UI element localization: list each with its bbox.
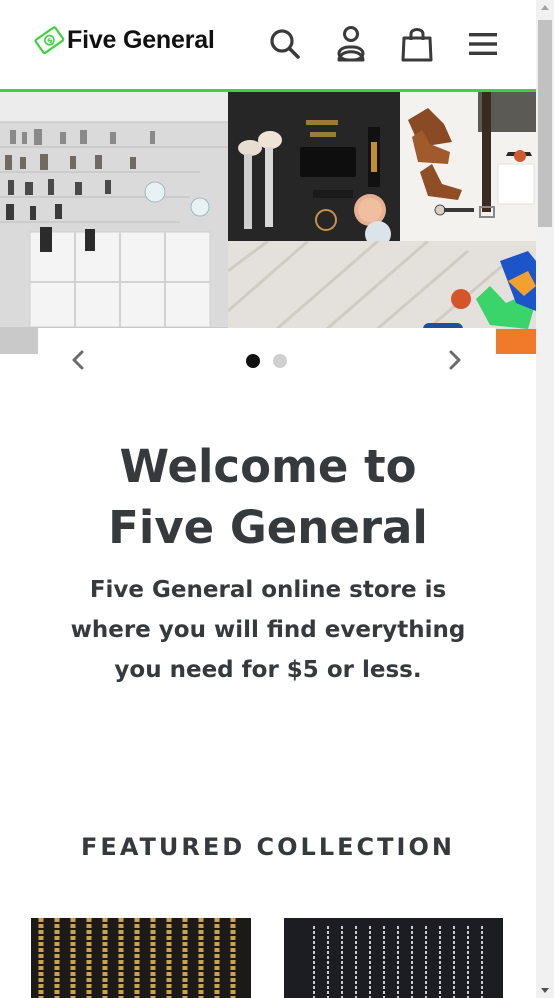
- chevron-right-icon[interactable]: [443, 348, 467, 372]
- welcome-title: Welcome to Five General: [40, 436, 496, 558]
- account-icon[interactable]: [333, 24, 369, 64]
- welcome-title-line1: Welcome to: [119, 440, 417, 493]
- hero-slideshow[interactable]: [0, 92, 536, 354]
- page-scrollbar[interactable]: [536, 0, 554, 998]
- chevron-left-icon[interactable]: [66, 348, 90, 372]
- scroll-down-icon[interactable]: [541, 988, 549, 993]
- featured-collection-title: FEATURED COLLECTION: [81, 833, 455, 861]
- product-card-silver-chains[interactable]: [284, 918, 503, 998]
- boots-outfit-image: [400, 92, 536, 241]
- makeup-image: [228, 92, 400, 241]
- dollar-bill-icon: $: [33, 23, 67, 57]
- menu-icon[interactable]: [465, 24, 501, 64]
- store-interior-image: [0, 92, 228, 354]
- slide-dot-1[interactable]: [246, 354, 260, 368]
- slide-dot-2[interactable]: [273, 354, 287, 368]
- slideshow-controls: [38, 328, 496, 394]
- silver-chains-image: [284, 918, 503, 998]
- welcome-title-line2: Five General: [108, 501, 428, 554]
- logo-text: Five General: [67, 25, 215, 54]
- welcome-text: Five General online store is where you w…: [70, 577, 466, 683]
- logo[interactable]: $ Five General: [33, 20, 215, 60]
- site-header: $ Five General: [0, 0, 536, 92]
- cart-icon[interactable]: [399, 24, 435, 64]
- search-icon[interactable]: [267, 24, 303, 64]
- product-card-gold-chains[interactable]: [31, 918, 251, 998]
- scroll-up-icon[interactable]: [541, 5, 549, 10]
- scrollbar-thumb[interactable]: [538, 20, 552, 227]
- gold-chains-image: [31, 918, 251, 998]
- slide-dots: [246, 354, 287, 368]
